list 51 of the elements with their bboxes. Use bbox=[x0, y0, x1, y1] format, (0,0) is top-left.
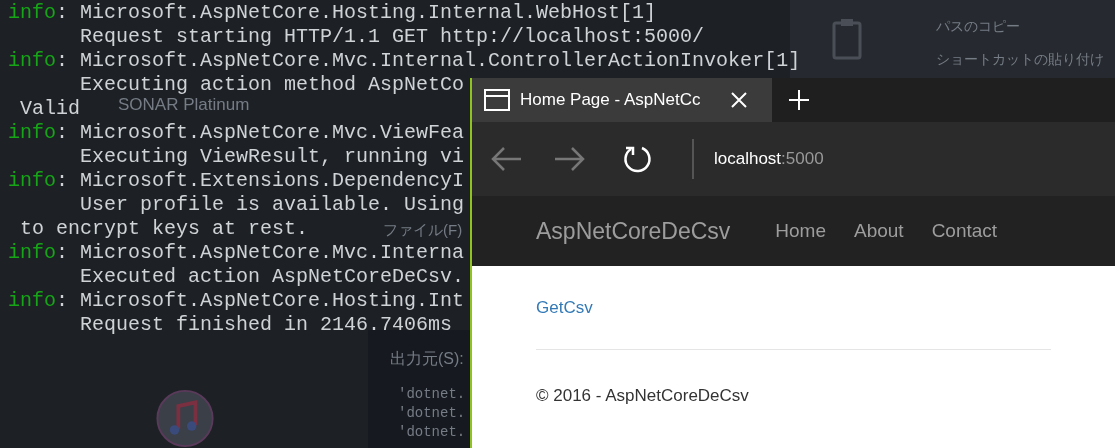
log-text: Executing action method AspNetCo bbox=[80, 73, 465, 97]
desktop-label: 出力元(S): bbox=[390, 349, 464, 369]
back-icon[interactable] bbox=[490, 146, 522, 172]
new-tab-icon[interactable] bbox=[788, 89, 810, 111]
log-level: info bbox=[8, 121, 56, 145]
desktop-label: ショートカットの貼り付け bbox=[936, 50, 1104, 69]
log-text: Microsoft.AspNetCore.Mvc.Internal.ControllerActionInvoker[1] bbox=[80, 49, 801, 73]
log-separator: : bbox=[56, 289, 70, 313]
address-field[interactable]: localhost:5000 bbox=[714, 146, 824, 172]
log-text: Microsoft.AspNetCore.Mvc.Interna bbox=[80, 241, 465, 265]
log-separator: : bbox=[56, 169, 70, 193]
browser-tab[interactable]: Home Page - AspNetCc bbox=[472, 78, 772, 122]
log-text: User profile is available. Using bbox=[80, 193, 465, 217]
log-level: info bbox=[8, 241, 56, 265]
nav-link[interactable]: Contact bbox=[931, 216, 998, 246]
log-text: Microsoft.AspNetCore.Hosting.Int bbox=[80, 289, 465, 313]
desktop-label: 'dotnet. bbox=[398, 423, 466, 442]
close-icon[interactable] bbox=[730, 91, 748, 109]
log-separator: : bbox=[56, 1, 70, 25]
tab-page-icon bbox=[484, 89, 510, 111]
desktop-label: SONAR Platinum bbox=[118, 94, 250, 116]
brand-link[interactable]: AspNetCoreDeCsv bbox=[536, 213, 731, 249]
log-text: Executing ViewResult, running vi bbox=[80, 145, 465, 169]
log-level: info bbox=[8, 1, 56, 25]
log-text: to encrypt keys at rest. bbox=[20, 217, 309, 241]
log-level: info bbox=[8, 289, 56, 313]
log-text: Request finished in 2146.7406ms bbox=[80, 313, 453, 337]
log-text: Microsoft.AspNetCore.Mvc.ViewFea bbox=[80, 121, 465, 145]
desktop-label: パスのコピー bbox=[936, 17, 1020, 36]
log-text: Request starting HTTP/1.1 GET http://localhost:5000/ bbox=[80, 25, 705, 49]
footer-text: © 2016 - AspNetCoreDeCsv bbox=[536, 385, 749, 408]
log-text: Microsoft.AspNetCore.Hosting.Internal.WebHost[1] bbox=[80, 1, 657, 25]
music-note-icon bbox=[154, 389, 216, 448]
get-csv-link[interactable]: GetCsv bbox=[536, 294, 593, 321]
desktop-label: ファイル(F) bbox=[383, 220, 463, 240]
log-separator: : bbox=[56, 241, 70, 265]
log-separator: : bbox=[56, 49, 70, 73]
nav-link[interactable]: Home bbox=[775, 216, 826, 246]
tab-title: Home Page - AspNetCc bbox=[520, 89, 702, 112]
refresh-icon[interactable] bbox=[622, 144, 652, 174]
log-separator: : bbox=[56, 121, 70, 145]
log-text: Microsoft.Extensions.DependencyI bbox=[80, 169, 465, 193]
desktop-label: 'dotnet. bbox=[398, 385, 466, 404]
forward-icon[interactable] bbox=[554, 146, 586, 172]
log-level: info bbox=[8, 49, 56, 73]
desktop-label: 'dotnet. bbox=[398, 404, 466, 423]
log-text: Valid bbox=[20, 97, 80, 121]
log-level: info bbox=[8, 169, 56, 193]
nav-link[interactable]: About bbox=[854, 216, 904, 246]
clipboard-icon bbox=[832, 18, 862, 60]
log-text: Executed action AspNetCoreDeCsv. bbox=[80, 265, 465, 289]
